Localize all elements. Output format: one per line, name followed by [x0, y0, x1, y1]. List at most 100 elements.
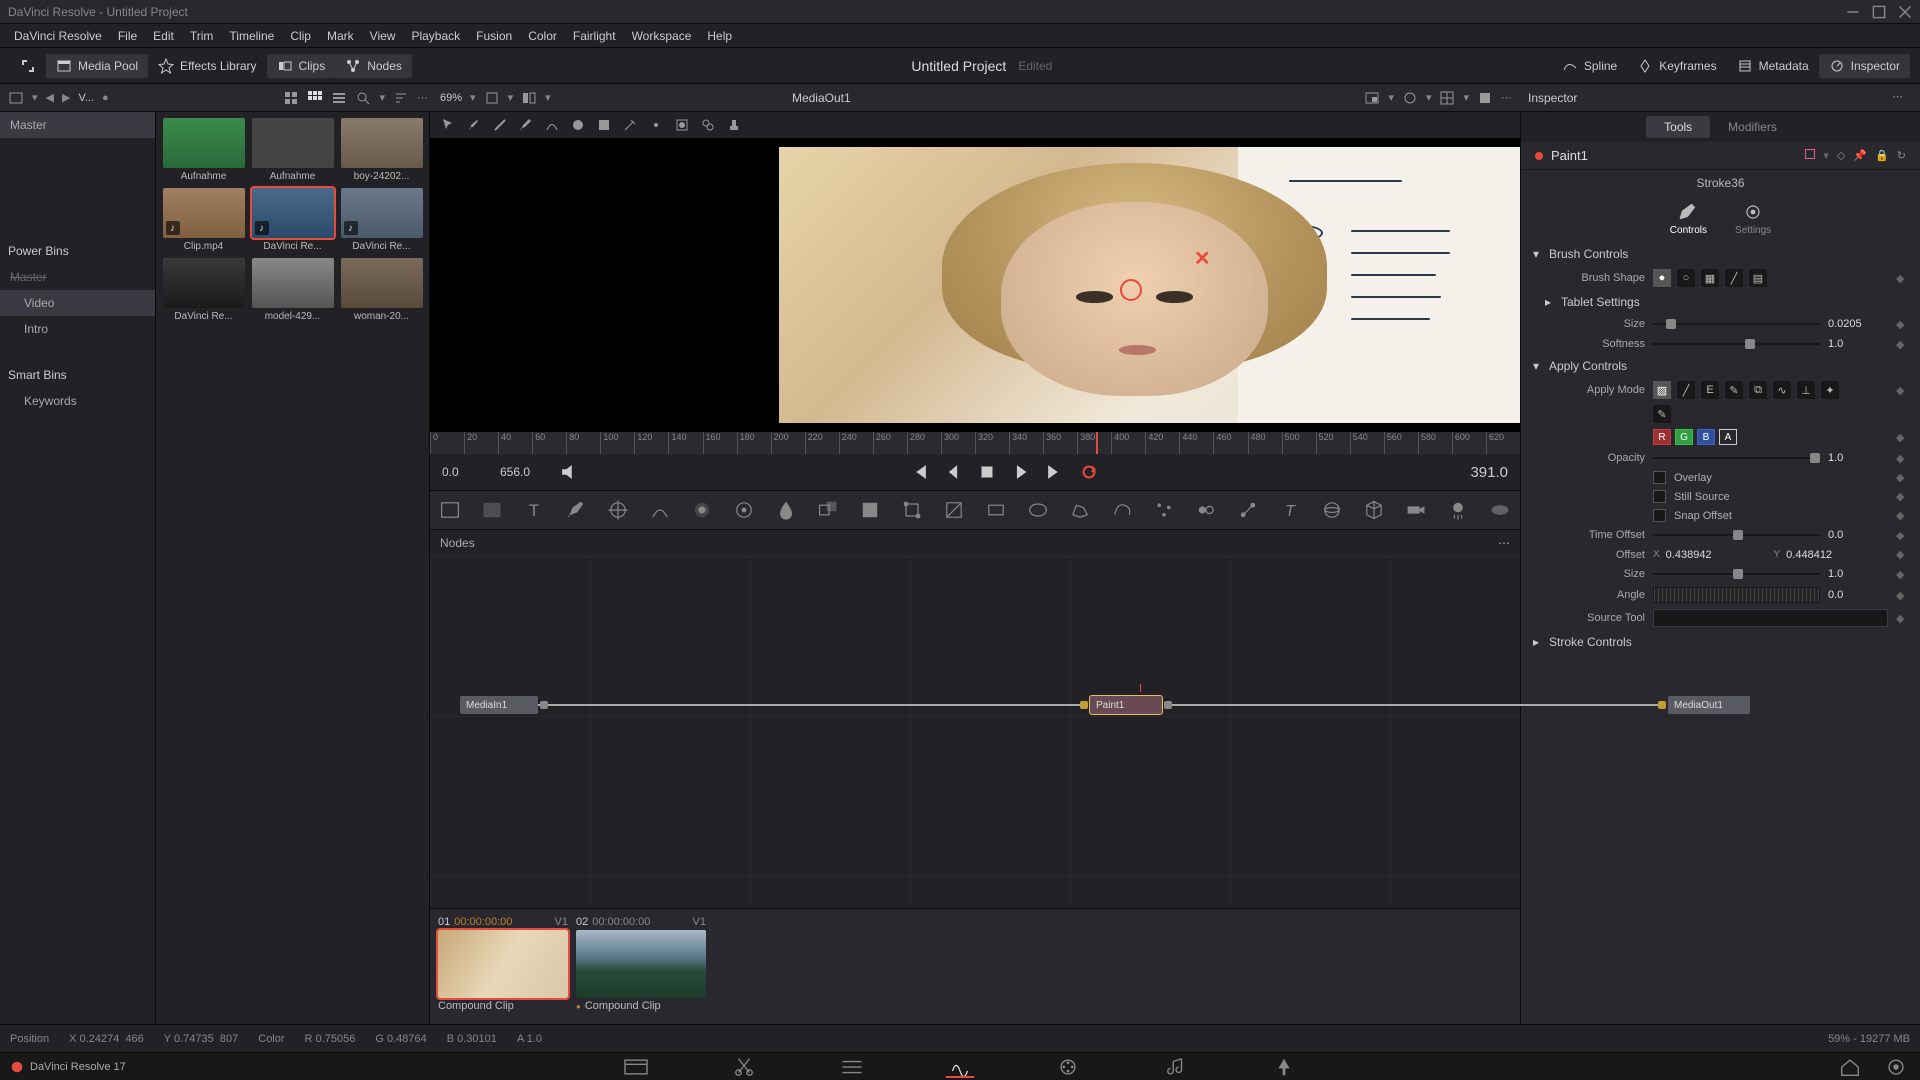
shape3d-icon[interactable] — [1320, 498, 1344, 522]
strip-clip[interactable]: 0200:00:00:00V1 Compound Clip — [576, 916, 706, 1012]
first-frame-button[interactable] — [908, 461, 930, 483]
menu-clip[interactable]: Clip — [282, 29, 319, 43]
menu-mark[interactable]: Mark — [319, 29, 362, 43]
inspector-node-row[interactable]: Paint1 ▾ ◇ 📌 🔒 ↻ — [1521, 142, 1920, 170]
subview-icon[interactable] — [1364, 90, 1380, 106]
versions-icon[interactable]: ◇ — [1837, 149, 1845, 162]
size-value[interactable]: 0.0205 — [1828, 318, 1888, 330]
mode-wire[interactable]: ✦ — [1821, 381, 1839, 399]
mode-color[interactable]: ▨ — [1653, 381, 1671, 399]
page-color[interactable] — [1054, 1056, 1082, 1078]
pointer-icon[interactable] — [440, 117, 456, 133]
inspector-button[interactable]: Inspector — [1819, 54, 1910, 78]
mode-extra[interactable]: ✎ — [1653, 405, 1671, 423]
page-fusion[interactable] — [946, 1056, 974, 1078]
bin-keywords[interactable]: Keywords — [0, 388, 155, 414]
clip-item[interactable]: boy-24202... — [340, 118, 423, 182]
roi-icon[interactable] — [1402, 90, 1418, 106]
merge-tool-icon[interactable] — [816, 498, 840, 522]
render3d-icon[interactable] — [1488, 498, 1512, 522]
shape-soft-circle[interactable]: ● — [1653, 269, 1671, 287]
clip-item[interactable]: ♪DaVinci Re... — [251, 188, 334, 252]
clips-button[interactable]: Clips — [267, 54, 336, 78]
menu-edit[interactable]: Edit — [145, 29, 182, 43]
ellipse-mask-icon[interactable] — [1026, 498, 1050, 522]
group-apply-controls[interactable]: ▾Apply Controls — [1521, 354, 1920, 378]
rect-mask-icon[interactable] — [984, 498, 1008, 522]
menu-davinci[interactable]: DaVinci Resolve — [6, 29, 110, 43]
node-paint[interactable]: Paint1 — [1090, 696, 1162, 714]
menu-view[interactable]: View — [362, 29, 404, 43]
background-tool-icon[interactable] — [438, 498, 462, 522]
shape-line[interactable]: ╱ — [1725, 269, 1743, 287]
shape-custom[interactable]: ▤ — [1749, 269, 1767, 287]
viewer-canvas[interactable]: ✕ — [430, 138, 1520, 432]
bspline-mask-icon[interactable] — [1110, 498, 1134, 522]
grid-icon[interactable] — [1439, 90, 1455, 106]
size2-slider[interactable] — [1653, 567, 1820, 581]
menu-fairlight[interactable]: Fairlight — [565, 29, 624, 43]
stamp-icon[interactable] — [726, 117, 742, 133]
group-stroke-controls[interactable]: ▸Stroke Controls — [1521, 630, 1920, 654]
node-mediaout[interactable]: MediaOut1 — [1668, 696, 1750, 714]
particles-icon[interactable] — [1152, 498, 1176, 522]
layout-icon[interactable] — [521, 90, 537, 106]
softness-value[interactable]: 1.0 — [1828, 338, 1888, 350]
tab-controls[interactable]: Controls — [1670, 202, 1707, 236]
drop-tool-icon[interactable] — [774, 498, 798, 522]
size2-value[interactable]: 1.0 — [1828, 568, 1888, 580]
metadata-button[interactable]: Metadata — [1727, 54, 1819, 78]
offset-y-value[interactable]: 0.448412 — [1786, 549, 1888, 561]
audio-toggle-icon[interactable] — [558, 461, 580, 483]
pin-icon[interactable]: 📌 — [1853, 149, 1867, 162]
clip-item[interactable]: woman-20... — [340, 258, 423, 322]
menu-trim[interactable]: Trim — [182, 29, 222, 43]
media-pool-button[interactable]: Media Pool — [46, 54, 148, 78]
fastnoise-tool-icon[interactable] — [480, 498, 504, 522]
keyframe-diamond[interactable]: ◆ — [1896, 384, 1906, 397]
lock-icon[interactable]: 🔒 — [1875, 149, 1889, 162]
reset-icon[interactable]: ↻ — [1897, 149, 1906, 162]
size-slider[interactable] — [1653, 317, 1820, 331]
image3d-icon[interactable] — [1362, 498, 1386, 522]
disable-icon[interactable] — [1805, 149, 1815, 159]
clip-item[interactable]: model-429... — [251, 258, 334, 322]
minimize-button[interactable] — [1846, 5, 1860, 19]
page-cut[interactable] — [730, 1056, 758, 1078]
param-still-source[interactable]: Still Source◆ — [1521, 487, 1920, 506]
smart-bins-header[interactable]: Smart Bins — [0, 362, 155, 388]
menu-workspace[interactable]: Workspace — [624, 29, 700, 43]
mode-stamp[interactable]: ⊥ — [1797, 381, 1815, 399]
menu-help[interactable]: Help — [699, 29, 740, 43]
opacity-value[interactable]: 1.0 — [1828, 452, 1888, 464]
strip-clip[interactable]: 0100:00:00:00V1 Compound Clip — [438, 916, 568, 1012]
stop-button[interactable] — [976, 461, 998, 483]
effects-library-button[interactable]: Effects Library — [148, 54, 266, 78]
clip-item[interactable]: DaVinci Re... — [162, 258, 245, 322]
keyframe-diamond[interactable]: ◆ — [1896, 272, 1906, 285]
zoom-level[interactable]: 69% — [440, 92, 462, 104]
group-tablet[interactable]: ▸Tablet Settings — [1521, 290, 1920, 314]
home-button[interactable] — [1836, 1056, 1864, 1078]
bin-intro[interactable]: Intro — [0, 316, 155, 342]
page-deliver[interactable] — [1270, 1056, 1298, 1078]
expand-button[interactable] — [10, 54, 46, 78]
page-media[interactable] — [622, 1056, 650, 1078]
node-mediain[interactable]: MediaIn1 — [460, 696, 538, 714]
maximize-button[interactable] — [1872, 5, 1886, 19]
close-button[interactable] — [1898, 5, 1912, 19]
source-tool-field[interactable] — [1653, 609, 1888, 627]
menu-fusion[interactable]: Fusion — [468, 29, 520, 43]
bin-video[interactable]: Video — [0, 290, 155, 316]
text-tool-icon[interactable]: T — [522, 498, 546, 522]
paint-tool-icon[interactable] — [564, 498, 588, 522]
channel-a[interactable]: A — [1719, 429, 1737, 445]
play-button[interactable] — [1010, 461, 1032, 483]
mode-erase[interactable]: ✎ — [1725, 381, 1743, 399]
circle-tool-icon[interactable] — [570, 117, 586, 133]
softness-slider[interactable] — [1653, 337, 1820, 351]
curve-icon[interactable] — [544, 117, 560, 133]
nodes-canvas[interactable]: MediaIn1 Paint1 MediaOut1 — [430, 556, 1520, 908]
clip-item[interactable]: ♪Clip.mp4 — [162, 188, 245, 252]
polygon-mask-icon[interactable] — [1068, 498, 1092, 522]
